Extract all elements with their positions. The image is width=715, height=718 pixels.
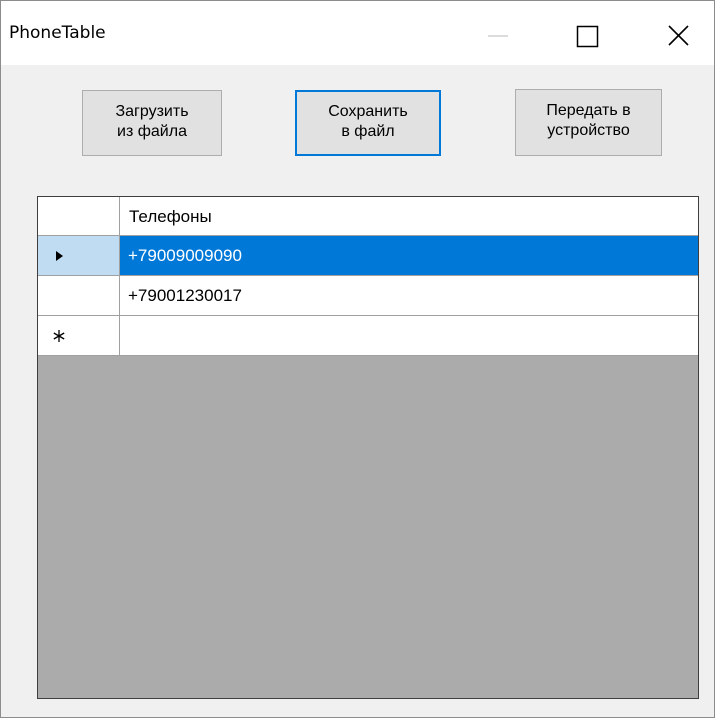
row-header[interactable] xyxy=(38,276,120,316)
row-header[interactable] xyxy=(38,236,120,276)
table-row[interactable]: +79001230017 xyxy=(38,276,698,316)
current-row-arrow-icon xyxy=(56,251,63,261)
grid-header-row: Телефоны xyxy=(38,197,698,236)
send-to-device-button[interactable]: Передать в устройство xyxy=(515,89,662,156)
row-header[interactable] xyxy=(38,316,120,356)
title-bar[interactable]: PhoneTable xyxy=(1,1,714,65)
maximize-button[interactable] xyxy=(565,1,611,65)
top-left-header-cell[interactable] xyxy=(38,197,120,236)
column-header-phones[interactable]: Телефоны xyxy=(120,197,698,236)
save-to-file-button[interactable]: Сохранить в файл xyxy=(295,90,441,156)
app-window: PhoneTable Загрузить из файла Сохранить … xyxy=(0,0,715,718)
close-icon xyxy=(668,25,689,46)
new-row-asterisk-icon xyxy=(53,330,65,342)
minimize-icon xyxy=(488,35,508,37)
load-from-file-button[interactable]: Загрузить из файла xyxy=(82,90,222,156)
phone-cell[interactable] xyxy=(120,316,698,356)
window-title: PhoneTable xyxy=(9,23,106,43)
table-row[interactable]: +79009009090 xyxy=(38,236,698,276)
new-row[interactable] xyxy=(38,316,698,356)
minimize-button[interactable] xyxy=(475,1,521,65)
maximize-icon xyxy=(576,25,599,48)
phone-grid[interactable]: Телефоны +79009009090 +79001230017 xyxy=(37,196,699,699)
phone-cell[interactable]: +79001230017 xyxy=(120,276,698,316)
phone-cell[interactable]: +79009009090 xyxy=(120,236,698,276)
close-button[interactable] xyxy=(656,1,702,65)
